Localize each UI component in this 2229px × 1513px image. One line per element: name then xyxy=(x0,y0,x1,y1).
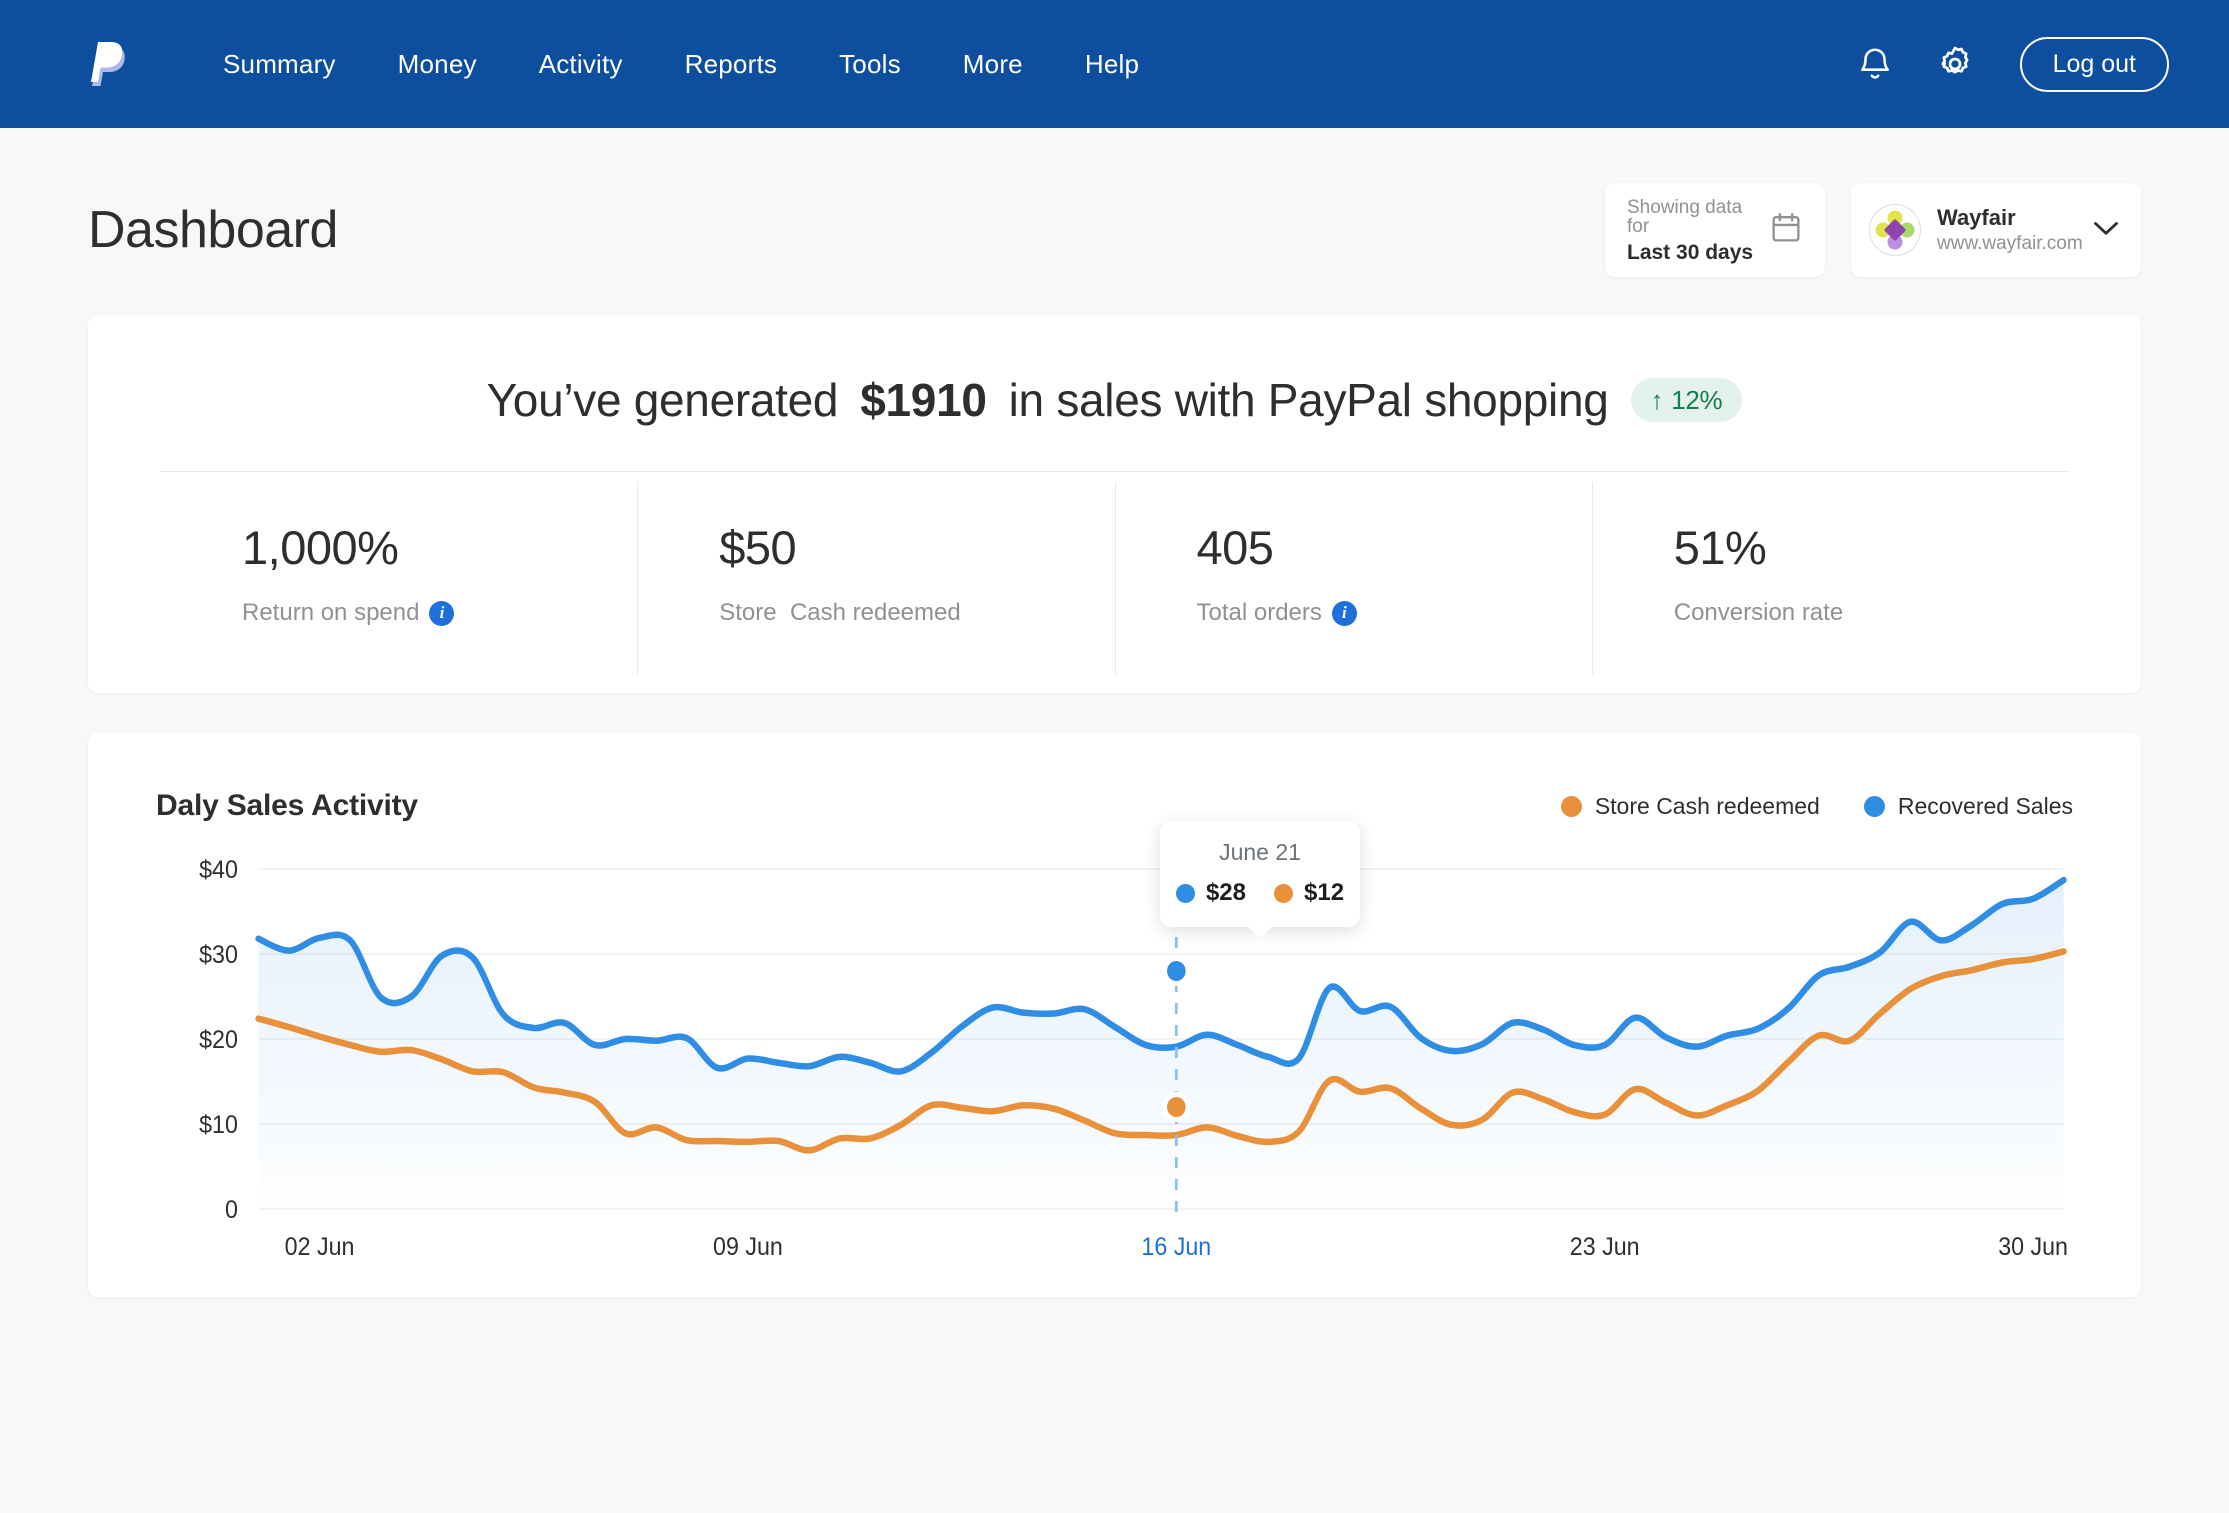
daily-sales-activity-card: Daly Sales Activity Store Cash redeemed … xyxy=(88,733,2141,1297)
tooltip-value: $12 xyxy=(1304,879,1345,906)
notification-bell-icon[interactable] xyxy=(1852,41,1898,87)
logout-button[interactable]: Log out xyxy=(2019,36,2169,92)
kpi-store-cash-redeemed: $50 Store Cash redeemed xyxy=(637,472,1114,693)
tooltip-color-dot xyxy=(1175,883,1195,903)
chart-tooltip: June 21 $28 $12 xyxy=(1160,821,1360,927)
nav-links: Summary Money Activity Reports Tools Mor… xyxy=(192,39,1170,90)
date-range-value: Last 30 days xyxy=(1627,240,1754,264)
info-icon[interactable]: i xyxy=(1331,600,1357,626)
x-axis-tick-label: 23 Jun xyxy=(1570,1233,1640,1257)
info-icon[interactable]: i xyxy=(429,600,455,626)
header-controls: Showing data for Last 30 days Wayfair ww… xyxy=(1605,183,2141,277)
x-axis-tick-label: 30 Jun xyxy=(1998,1233,2068,1257)
paypal-logo-icon[interactable] xyxy=(88,33,132,95)
recovered-sales-marker xyxy=(1167,961,1186,981)
x-axis-tick-label: 16 Jun xyxy=(1141,1233,1211,1257)
nav-link-activity[interactable]: Activity xyxy=(508,39,654,90)
kpi-label-text: Total orders xyxy=(1196,599,1322,626)
headline-amount: $1910 xyxy=(860,374,987,426)
calendar-icon xyxy=(1769,210,1803,251)
legend-label: Recovered Sales xyxy=(1897,792,2073,819)
y-axis-tick-label: $20 xyxy=(199,1026,238,1054)
tooltip-recovered-sales: $28 xyxy=(1175,879,1246,907)
store-cash-marker xyxy=(1167,1097,1186,1117)
headline-text-after: in sales with PayPal shopping xyxy=(1008,374,1609,426)
date-range-label: Showing data for xyxy=(1627,196,1743,237)
x-axis-tick-label: 02 Jun xyxy=(285,1233,355,1257)
kpi-label: Total orders i xyxy=(1197,599,1357,627)
merchant-name: Wayfair xyxy=(1937,205,2016,231)
kpi-label-text: Store Cash redeemed xyxy=(719,599,961,626)
page-header: Dashboard Showing data for Last 30 days xyxy=(0,128,2229,277)
kpi-label: Store Cash redeemed xyxy=(719,599,960,627)
settings-gear-icon[interactable] xyxy=(1932,41,1978,87)
growth-badge: ↑ 12% xyxy=(1630,378,1743,422)
y-axis-tick-label: $10 xyxy=(199,1111,238,1139)
kpi-label-text: Conversion rate xyxy=(1673,599,1844,626)
x-axis-tick-label: 09 Jun xyxy=(713,1233,783,1257)
wayfair-logo-icon xyxy=(1869,204,1921,256)
tooltip-date: June 21 xyxy=(1219,839,1301,865)
chevron-down-icon[interactable] xyxy=(2091,218,2121,243)
y-axis-tick-label: $40 xyxy=(199,857,238,884)
chart-title: Daly Sales Activity xyxy=(156,789,418,822)
tooltip-color-dot xyxy=(1274,883,1293,903)
legend-item-recovered-sales[interactable]: Recovered Sales xyxy=(1863,792,2073,820)
y-axis-tick-label: 0 xyxy=(225,1196,238,1224)
headline-text-before: You’ve generated xyxy=(486,374,839,426)
date-range-selector[interactable]: Showing data for Last 30 days xyxy=(1605,183,1825,277)
kpi-row: 1,000% Return on spend i $50 Store Cash … xyxy=(160,472,2069,693)
tooltip-store-cash: $12 xyxy=(1274,879,1344,907)
kpi-total-orders: 405 Total orders i xyxy=(1114,472,1592,693)
nav-link-money[interactable]: Money xyxy=(367,39,508,90)
legend-color-dot xyxy=(1560,795,1582,817)
nav-link-more[interactable]: More xyxy=(932,39,1054,90)
chart-legend: Store Cash redeemed Recovered Sales xyxy=(1560,792,2073,820)
page-title: Dashboard xyxy=(88,201,338,259)
kpi-label: Return on spend i xyxy=(242,599,455,627)
nav-link-help[interactable]: Help xyxy=(1054,39,1170,90)
legend-color-dot xyxy=(1863,795,1885,817)
legend-label: Store Cash redeemed xyxy=(1594,792,1820,819)
chart-plot-area: $40 $30 $20 $10 0 02 Jun 09 Jun 16 Jun 23 Jun 30 … xyxy=(156,821,2073,1257)
kpi-value: 405 xyxy=(1196,521,1274,574)
top-navigation-bar: Summary Money Activity Reports Tools Mor… xyxy=(0,0,2229,128)
kpi-conversion-rate: 51% Conversion rate xyxy=(1591,472,2069,693)
y-axis-tick-label: $30 xyxy=(199,941,238,969)
nav-link-summary[interactable]: Summary xyxy=(192,39,367,90)
legend-item-store-cash-redeemed[interactable]: Store Cash redeemed xyxy=(1560,792,1820,820)
kpi-label-text: Return on spend xyxy=(242,599,420,626)
sales-summary-card: You’ve generated $1910 in sales with Pay… xyxy=(88,315,2141,693)
growth-badge-value: 12% xyxy=(1671,385,1723,415)
arrow-up-icon: ↑ xyxy=(1650,385,1664,415)
sales-line-chart[interactable]: $40 $30 $20 $10 0 02 Jun 09 Jun 16 Jun 23 Jun 30 … xyxy=(156,857,2073,1257)
kpi-return-on-spend: 1,000% Return on spend i xyxy=(160,472,637,693)
chart-header: Daly Sales Activity Store Cash redeemed … xyxy=(156,789,2073,823)
merchant-url: www.wayfair.com xyxy=(1937,232,2083,254)
nav-link-reports[interactable]: Reports xyxy=(654,39,808,90)
merchant-selector[interactable]: Wayfair www.wayfair.com xyxy=(1851,183,2141,277)
nav-right-actions: Log out xyxy=(1852,36,2169,92)
kpi-value: 1,000% xyxy=(242,521,399,574)
kpi-value: 51% xyxy=(1673,521,1767,574)
kpi-label: Conversion rate xyxy=(1674,599,1843,627)
tooltip-value: $28 xyxy=(1205,879,1246,906)
tooltip-values: $28 $12 xyxy=(1160,879,1360,907)
sales-headline: You’ve generated $1910 in sales with Pay… xyxy=(160,373,2069,427)
kpi-value: $50 xyxy=(719,521,797,574)
nav-link-tools[interactable]: Tools xyxy=(808,39,932,90)
